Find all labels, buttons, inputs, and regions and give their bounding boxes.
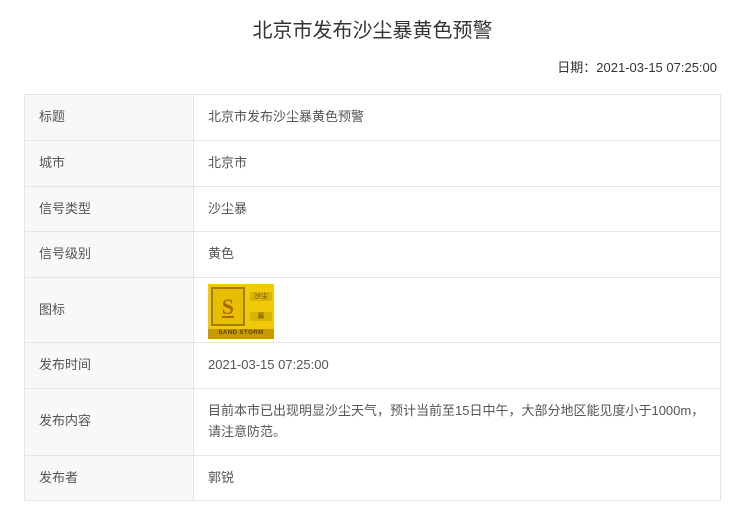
date-label: 日期： (557, 60, 596, 75)
row-publish-time: 发布时间 2021-03-15 07:25:00 (25, 343, 721, 389)
label-publish-time: 发布时间 (25, 343, 194, 389)
value-city: 北京市 (194, 140, 721, 186)
value-icon: S 沙尘 暴 SAND STORM (194, 278, 721, 343)
icon-en-label: SAND STORM (218, 329, 263, 339)
row-content: 发布内容 目前本市已出现明显沙尘天气，预计当前至15日中午，大部分地区能见度小于… (25, 388, 721, 455)
icon-cn-top: 沙尘 (250, 292, 272, 301)
value-signal-level: 黄色 (194, 232, 721, 278)
label-content: 发布内容 (25, 388, 194, 455)
row-icon: 图标 S 沙尘 暴 SAND STORM (25, 278, 721, 343)
value-signal-type: 沙尘暴 (194, 186, 721, 232)
page-title: 北京市发布沙尘暴黄色预警 (24, 14, 721, 43)
value-title: 北京市发布沙尘暴黄色预警 (194, 95, 721, 141)
page-container: 北京市发布沙尘暴黄色预警 日期：2021-03-15 07:25:00 标题 北… (0, 0, 745, 525)
date-line: 日期：2021-03-15 07:25:00 (24, 57, 721, 76)
label-signal-type: 信号类型 (25, 186, 194, 232)
label-title: 标题 (25, 95, 194, 141)
icon-letter: S (222, 289, 234, 324)
row-publisher: 发布者 郭锐 (25, 455, 721, 501)
label-icon: 图标 (25, 278, 194, 343)
row-signal-level: 信号级别 黄色 (25, 232, 721, 278)
date-value: 2021-03-15 07:25:00 (596, 60, 717, 75)
row-city: 城市 北京市 (25, 140, 721, 186)
icon-cn-bottom: 暴 (250, 312, 272, 321)
value-publish-time: 2021-03-15 07:25:00 (194, 343, 721, 389)
info-table: 标题 北京市发布沙尘暴黄色预警 城市 北京市 信号类型 沙尘暴 信号级别 黄色 … (24, 94, 721, 501)
value-content: 目前本市已出现明显沙尘天气，预计当前至15日中午，大部分地区能见度小于1000m… (194, 388, 721, 455)
label-city: 城市 (25, 140, 194, 186)
label-signal-level: 信号级别 (25, 232, 194, 278)
value-publisher: 郭锐 (194, 455, 721, 501)
label-publisher: 发布者 (25, 455, 194, 501)
sandstorm-warning-icon: S 沙尘 暴 SAND STORM (208, 284, 274, 336)
row-title: 标题 北京市发布沙尘暴黄色预警 (25, 95, 721, 141)
row-signal-type: 信号类型 沙尘暴 (25, 186, 721, 232)
